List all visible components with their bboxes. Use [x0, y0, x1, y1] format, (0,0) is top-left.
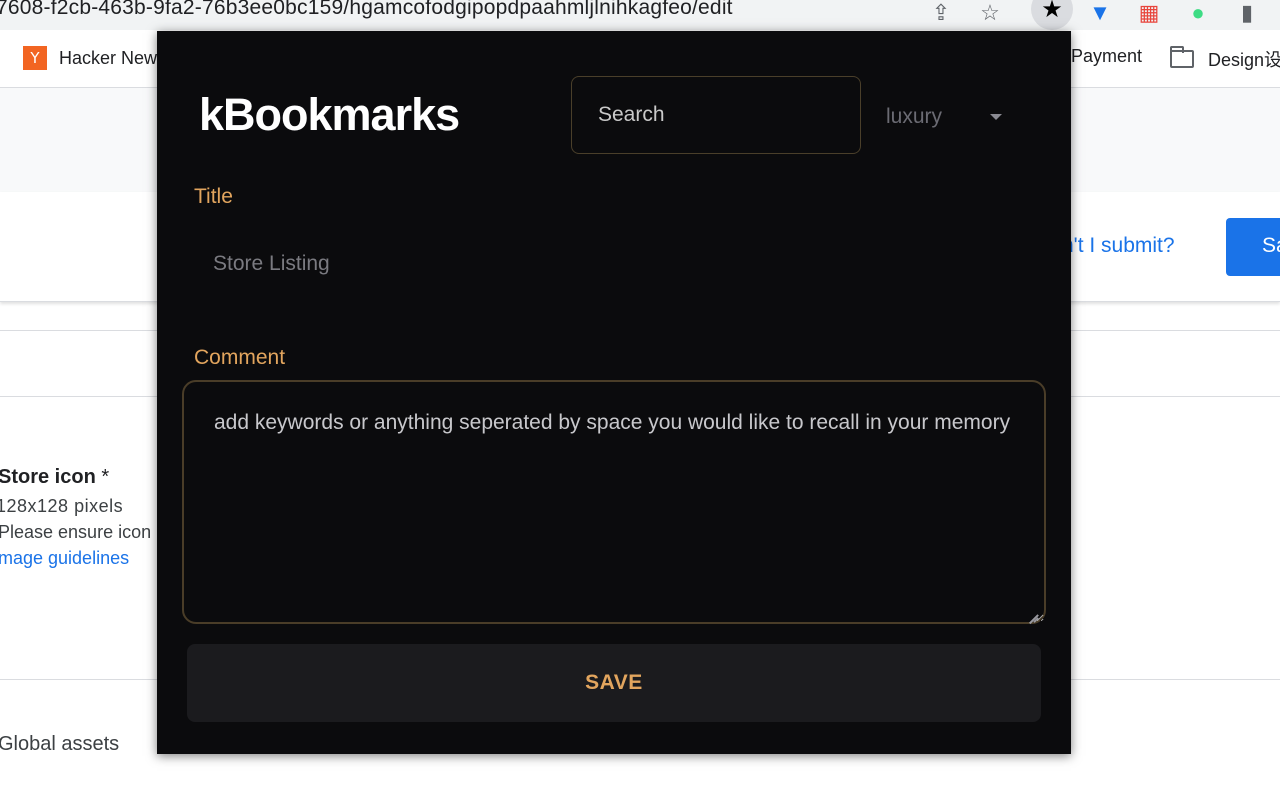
- global-assets-heading: Global assets: [0, 733, 120, 755]
- extension-android-icon[interactable]: ●: [1183, 0, 1213, 28]
- extension-qr-icon[interactable]: ▦: [1134, 0, 1164, 28]
- resize-handle-icon[interactable]: [1026, 603, 1038, 615]
- required-mark: *: [101, 466, 110, 488]
- dropdown-arrow-icon: [990, 114, 1002, 120]
- store-icon-heading: Store icon *: [0, 466, 110, 488]
- ycombinator-icon: Y: [23, 46, 47, 70]
- category-selected-value: luxury: [886, 105, 943, 128]
- comment-textarea[interactable]: add keywords or anything seperated by sp…: [182, 380, 1046, 624]
- extension-clip-icon[interactable]: ▮: [1232, 0, 1262, 28]
- folder-icon: [1170, 46, 1194, 68]
- extension-funnel-icon[interactable]: ▼: [1085, 0, 1115, 28]
- store-icon-instructions: Please ensure icon: [0, 522, 152, 542]
- comment-label: Comment: [194, 346, 286, 369]
- app-logo: kBookmarks: [199, 89, 460, 140]
- bookmark-payment[interactable]: Payment: [1071, 46, 1142, 67]
- kbookmarks-popup: kBookmarks luxury Title Comment add keyw…: [157, 31, 1071, 754]
- submit-save-button[interactable]: Sa: [1226, 218, 1280, 276]
- search-input[interactable]: [571, 76, 861, 154]
- bookmark-label: Design设: [1208, 50, 1280, 70]
- bookmark-label: Payment: [1071, 46, 1143, 66]
- title-input[interactable]: [183, 241, 1043, 287]
- bookmark-label: Hacker New: [59, 47, 158, 68]
- category-select[interactable]: luxury: [886, 97, 1006, 137]
- star-bookmark-icon[interactable]: ☆: [975, 0, 1005, 28]
- url-text[interactable]: 7608-f2cb-463b-9fa2-76b3ee0bc159/hgamcof…: [0, 0, 733, 20]
- share-icon[interactable]: ⇪: [926, 0, 956, 28]
- bookmark-design[interactable]: Design设: [1170, 46, 1280, 72]
- bookmark-hacker-news[interactable]: Y Hacker New: [23, 46, 157, 70]
- title-label: Title: [194, 185, 233, 208]
- address-bar[interactable]: 7608-f2cb-463b-9fa2-76b3ee0bc159/hgamcof…: [0, 0, 1280, 30]
- image-guidelines-link[interactable]: mage guidelines: [0, 548, 129, 569]
- save-button[interactable]: SAVE: [187, 644, 1041, 722]
- cant-submit-link[interactable]: n't I submit?: [1062, 234, 1175, 258]
- store-icon-size: 128x128 pixels: [0, 496, 124, 516]
- kbookmarks-extension-icon[interactable]: ★: [1031, 0, 1073, 30]
